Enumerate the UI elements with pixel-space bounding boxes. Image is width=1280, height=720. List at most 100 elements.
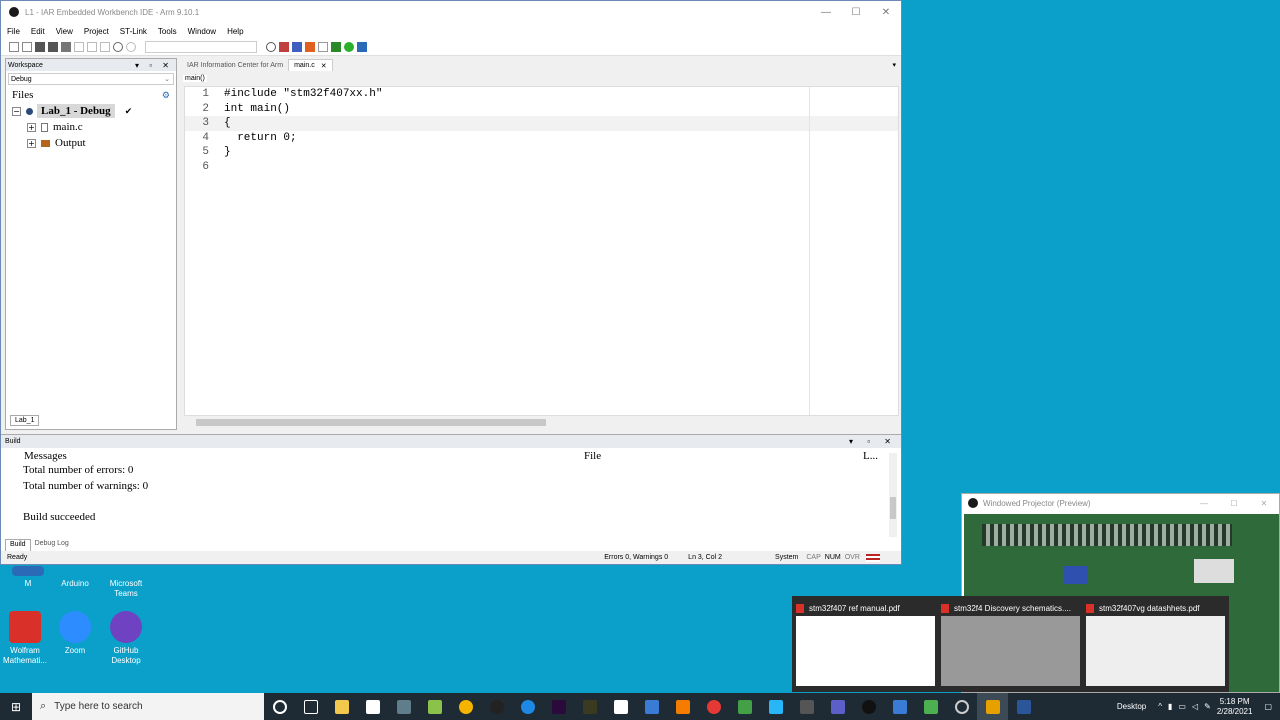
build-controls-icon[interactable]: ▾ ▫ ✕ bbox=[849, 437, 897, 446]
close-button[interactable]: ✕ bbox=[1249, 499, 1279, 508]
code-editor[interactable]: 1 #include "stm32f407xx.h" 2 int main() … bbox=[184, 86, 899, 416]
menu-tools[interactable]: Tools bbox=[158, 27, 177, 36]
expand-icon[interactable]: + bbox=[27, 138, 36, 148]
calculator-icon[interactable] bbox=[791, 693, 822, 720]
find-combo[interactable] bbox=[145, 41, 257, 53]
cubemx-icon[interactable] bbox=[915, 693, 946, 720]
gear-icon[interactable]: ⚙ bbox=[162, 90, 170, 101]
col-messages[interactable]: Messages bbox=[24, 450, 584, 462]
chrome-icon[interactable] bbox=[698, 693, 729, 720]
workspace-tab-lab1[interactable]: Lab_1 bbox=[10, 415, 40, 426]
minimize-button[interactable]: — bbox=[1189, 499, 1219, 508]
breakpoint-icon[interactable] bbox=[305, 42, 315, 52]
azure-icon[interactable] bbox=[760, 693, 791, 720]
maximize-button[interactable]: ☐ bbox=[841, 7, 871, 18]
desktop-toolbar[interactable]: Desktop bbox=[1117, 702, 1146, 711]
norton-icon[interactable] bbox=[450, 693, 481, 720]
download-icon[interactable] bbox=[357, 42, 367, 52]
vertical-scrollbar[interactable] bbox=[889, 453, 897, 537]
terminal-icon[interactable] bbox=[729, 693, 760, 720]
menu-view[interactable]: View bbox=[56, 27, 73, 36]
pen-icon[interactable]: ✎ bbox=[1204, 702, 1211, 711]
clock-app-icon[interactable] bbox=[946, 693, 977, 720]
mx-icon[interactable] bbox=[636, 693, 667, 720]
close-tab-icon[interactable]: ✕ bbox=[321, 62, 327, 70]
tab-info-center[interactable]: IAR Information Center for Arm bbox=[182, 59, 288, 71]
scrollbar-thumb[interactable] bbox=[196, 419, 546, 426]
menu-window[interactable]: Window bbox=[188, 27, 216, 36]
desktop-icon-wolfram[interactable]: Wolfram Mathemati... bbox=[0, 611, 53, 666]
teams-icon[interactable] bbox=[822, 693, 853, 720]
cut-icon[interactable] bbox=[74, 42, 84, 52]
open-file-icon[interactable] bbox=[22, 42, 32, 52]
col-line[interactable]: L... bbox=[863, 450, 878, 462]
navigate-back-icon[interactable] bbox=[279, 42, 289, 52]
tab-menu-icon[interactable]: ▾ bbox=[892, 61, 896, 69]
obs-icon[interactable] bbox=[853, 693, 884, 720]
print-icon[interactable] bbox=[61, 42, 71, 52]
paste-icon[interactable] bbox=[100, 42, 110, 52]
tree-item-output[interactable]: + Output bbox=[6, 135, 176, 151]
acrobat-icon[interactable] bbox=[977, 693, 1008, 720]
navigate-forward-icon[interactable] bbox=[292, 42, 302, 52]
collapse-icon[interactable]: − bbox=[12, 106, 21, 116]
thumbnail-schematics[interactable]: stm32f4 Discovery schematics.... bbox=[941, 600, 1080, 688]
scrollbar-thumb[interactable] bbox=[890, 497, 896, 519]
mail-icon[interactable] bbox=[388, 693, 419, 720]
chevron-up-icon[interactable]: ^ bbox=[1158, 702, 1162, 711]
edge-icon[interactable] bbox=[512, 693, 543, 720]
clock[interactable]: 5:18 PM 2/28/2021 bbox=[1217, 697, 1253, 717]
redo-icon[interactable] bbox=[126, 42, 136, 52]
taskbar-search[interactable]: ⌕ Type here to search bbox=[32, 693, 264, 720]
task-view-icon[interactable] bbox=[295, 693, 326, 720]
cortana-icon[interactable] bbox=[264, 693, 295, 720]
close-button[interactable]: ✕ bbox=[871, 7, 901, 18]
debug-icon[interactable] bbox=[344, 42, 354, 52]
expand-icon[interactable]: + bbox=[27, 122, 36, 132]
compile-icon[interactable] bbox=[318, 42, 328, 52]
thumbnail-datasheets[interactable]: stm32f407vg datashhets.pdf bbox=[1086, 600, 1225, 688]
menu-edit[interactable]: Edit bbox=[31, 27, 45, 36]
store-icon[interactable] bbox=[357, 693, 388, 720]
menu-project[interactable]: Project bbox=[84, 27, 109, 36]
tree-project-row[interactable]: − Lab_1 - Debug ✔ bbox=[6, 103, 176, 119]
desktop-icon-github[interactable]: GitHub Desktop bbox=[98, 611, 154, 666]
media-icon[interactable] bbox=[481, 693, 512, 720]
save-icon[interactable] bbox=[35, 42, 45, 52]
notepad-icon[interactable] bbox=[605, 693, 636, 720]
network-icon[interactable]: ▭ bbox=[1178, 702, 1186, 711]
word-icon[interactable] bbox=[1008, 693, 1039, 720]
save-all-icon[interactable] bbox=[48, 42, 58, 52]
microphone-icon[interactable]: ▮ bbox=[1168, 702, 1172, 711]
new-file-icon[interactable] bbox=[9, 42, 19, 52]
thumbnail-ref-manual[interactable]: stm32f407 ref manual.pdf bbox=[796, 600, 935, 688]
file-explorer-icon[interactable] bbox=[326, 693, 357, 720]
mx-icon[interactable] bbox=[884, 693, 915, 720]
menu-help[interactable]: Help bbox=[227, 27, 243, 36]
tab-main-c[interactable]: main.c ✕ bbox=[288, 59, 333, 71]
tree-item-main-c[interactable]: + main.c bbox=[6, 119, 176, 135]
search-icon[interactable] bbox=[266, 42, 276, 52]
make-icon[interactable] bbox=[331, 42, 341, 52]
volume-icon[interactable]: ◁ bbox=[1192, 702, 1198, 711]
copy-icon[interactable] bbox=[87, 42, 97, 52]
vlc-icon[interactable] bbox=[667, 693, 698, 720]
windows-start-icon[interactable]: ⊞ bbox=[0, 693, 32, 720]
notification-icon[interactable]: ▢ bbox=[1264, 702, 1272, 711]
desktop-icon-zoom[interactable]: Zoom bbox=[47, 611, 103, 656]
desktop-icon-teams[interactable]: Microsoft Teams bbox=[98, 566, 154, 599]
menu-st-link[interactable]: ST-Link bbox=[120, 27, 147, 36]
workspace-controls-icon[interactable]: ▾ ▫ ✕ bbox=[135, 61, 173, 70]
col-file[interactable]: File bbox=[584, 450, 863, 462]
iar-icon[interactable] bbox=[574, 693, 605, 720]
maximize-button[interactable]: ☐ bbox=[1219, 499, 1249, 508]
function-navigator[interactable]: main() bbox=[182, 72, 902, 85]
menu-file[interactable]: File bbox=[7, 27, 20, 36]
desktop-icon-arduino[interactable]: Arduino bbox=[47, 566, 103, 589]
minimize-button[interactable]: — bbox=[811, 7, 841, 18]
paint-icon[interactable] bbox=[419, 693, 450, 720]
undo-icon[interactable] bbox=[113, 42, 123, 52]
config-select[interactable]: Debug ⌄ bbox=[8, 73, 174, 85]
horizontal-scrollbar[interactable] bbox=[184, 416, 899, 429]
premiere-icon[interactable] bbox=[543, 693, 574, 720]
